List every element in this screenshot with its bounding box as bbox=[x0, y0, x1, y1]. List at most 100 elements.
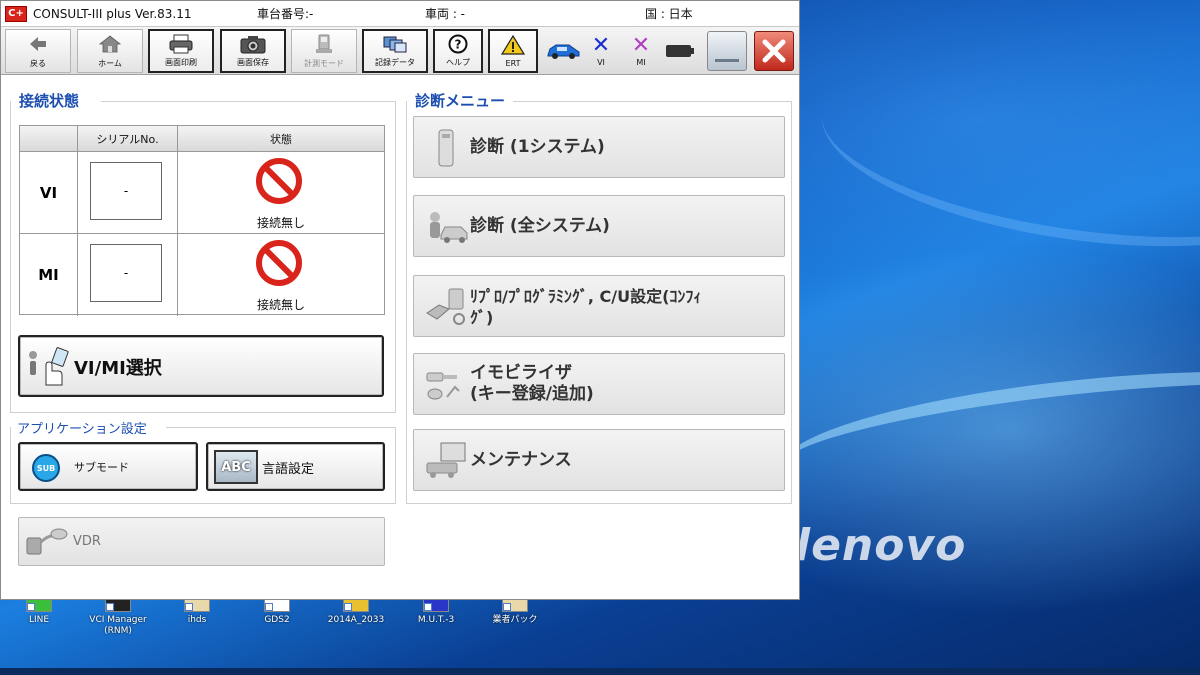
2014a-icon bbox=[343, 598, 369, 612]
country-field: 国 : 日本 bbox=[645, 7, 693, 21]
warning-triangle-icon bbox=[501, 31, 525, 59]
state-cell: 接続無し bbox=[178, 234, 384, 316]
desktop-icons: LINE VCI Manager (RNM) ihds GDS2 2014A_2… bbox=[0, 598, 560, 648]
vi-disconnected-x-icon: ✕ bbox=[591, 33, 611, 58]
desktop-icon-mut3[interactable]: M.U.T.-3 bbox=[401, 598, 471, 626]
connection-table: シリアルNo. 状態 VI - 接続無し MI - 接続無し bbox=[19, 125, 385, 316]
reprogramming-icon bbox=[422, 284, 470, 330]
consult-logo-icon: C+ bbox=[5, 5, 27, 22]
maintenance-button[interactable]: メンテナンス bbox=[413, 429, 785, 491]
measure-mode-button[interactable]: 計測モード bbox=[291, 29, 357, 73]
immobilizer-key-icon bbox=[422, 362, 470, 408]
wallpaper-swoosh bbox=[810, 24, 1200, 276]
menu-label: イモビライザ bbox=[470, 363, 572, 383]
recorded-data-button[interactable]: 記録データ bbox=[362, 29, 428, 73]
desktop-icon-gyosha-pack[interactable]: 業者パック bbox=[480, 598, 550, 626]
vdr-button[interactable]: VDR bbox=[18, 517, 385, 566]
language-setting-label: 言語設定 bbox=[262, 462, 315, 477]
desktop-icon-label: ihds bbox=[187, 615, 207, 625]
desktop-icon-label: VCI Manager (RNM) bbox=[89, 615, 147, 636]
header-blank bbox=[20, 126, 78, 152]
car-icon bbox=[547, 44, 580, 59]
ihds-icon bbox=[184, 598, 210, 612]
svg-text:?: ? bbox=[455, 38, 462, 52]
vi-status-indicator: ✕ VI bbox=[591, 33, 611, 68]
back-button[interactable]: 戻る bbox=[5, 29, 71, 73]
close-button[interactable] bbox=[754, 31, 794, 71]
ecu-module-icon bbox=[422, 125, 470, 171]
menu-label: ｸﾞ) bbox=[470, 308, 494, 327]
state-cell: 接続無し bbox=[178, 152, 384, 234]
toolbar: 戻る ホーム 画面印刷 画面保存 計測モード 記録データ ? ヘルプ ERT ✕… bbox=[1, 27, 799, 75]
menu-label: メンテナンス bbox=[470, 450, 572, 470]
sub-mode-label: サブモード bbox=[74, 461, 129, 474]
desktop-icon-line[interactable]: LINE bbox=[4, 598, 74, 626]
desktop-icon-2014a[interactable]: 2014A_2033 bbox=[321, 598, 391, 626]
gds2-icon bbox=[264, 598, 290, 612]
mi-status-indicator: ✕ MI bbox=[631, 33, 651, 68]
camera-icon bbox=[239, 31, 267, 57]
no-connection-icon bbox=[256, 240, 302, 286]
connection-table-header: シリアルNo. 状態 bbox=[20, 126, 384, 152]
taskbar bbox=[0, 668, 1200, 675]
mi-state-text: 接続無し bbox=[256, 298, 305, 312]
desktop-icon-label: M.U.T.-3 bbox=[417, 615, 455, 625]
vehicle-field: 車両 : - bbox=[425, 7, 466, 21]
desktop-icon-label: GDS2 bbox=[264, 615, 290, 625]
mi-serial-value: - bbox=[90, 244, 162, 302]
serial-cell: - bbox=[78, 234, 178, 316]
desktop-icon-label: 2014A_2033 bbox=[327, 615, 385, 625]
back-arrow-icon bbox=[28, 30, 48, 58]
desktop-icon-gds2[interactable]: GDS2 bbox=[242, 598, 312, 626]
vi-mi-select-button[interactable]: VI/MI選択 bbox=[18, 335, 384, 397]
help-button[interactable]: ? ヘルプ bbox=[433, 29, 483, 73]
menu-label: (キー登録/追加) bbox=[470, 384, 594, 404]
vi-serial-value: - bbox=[90, 162, 162, 220]
measure-tool-icon bbox=[313, 30, 335, 58]
consult-window: C+ CONSULT-III plus Ver.83.11 車台番号:- 車両 … bbox=[0, 0, 800, 600]
app-title: CONSULT-III plus Ver.83.11 bbox=[33, 6, 192, 21]
serial-cell: - bbox=[78, 152, 178, 234]
desktop-icon-label: LINE bbox=[28, 615, 50, 625]
home-button[interactable]: ホーム bbox=[77, 29, 143, 73]
reprogramming-config-button[interactable]: ﾘﾌﾟﾛ/ﾌﾟﾛｸﾞﾗﾐﾝｸﾞ, C/U設定(ｺﾝﾌｨ ｸﾞ) bbox=[413, 275, 785, 337]
desktop-icon-label: 業者パック bbox=[492, 615, 538, 625]
ert-button[interactable]: ERT bbox=[488, 29, 538, 73]
sub-mode-button[interactable]: SUB サブモード bbox=[18, 442, 198, 491]
header-serial: シリアルNo. bbox=[78, 126, 178, 152]
menu-label: ﾘﾌﾟﾛ/ﾌﾟﾛｸﾞﾗﾐﾝｸﾞ, C/U設定(ｺﾝﾌｨ bbox=[470, 287, 702, 306]
wallpaper-swoosh bbox=[775, 348, 1200, 522]
row-name-mi: MI bbox=[20, 234, 78, 316]
immobilizer-button[interactable]: イモビライザ (キー登録/追加) bbox=[413, 353, 785, 415]
home-icon bbox=[99, 30, 121, 58]
mechanic-car-icon bbox=[422, 204, 470, 250]
vci-manager-icon bbox=[105, 598, 131, 612]
sub-badge-icon: SUB bbox=[32, 454, 60, 482]
line-app-icon bbox=[26, 598, 52, 612]
language-setting-button[interactable]: ABC 言語設定 bbox=[206, 442, 385, 491]
battery-icon bbox=[666, 45, 694, 57]
diagnosis-single-system-button[interactable]: 診断 (1システム) bbox=[413, 116, 785, 178]
mi-disconnected-x-icon: ✕ bbox=[631, 33, 651, 58]
minimize-button[interactable] bbox=[707, 31, 747, 71]
abc-badge-icon: ABC bbox=[214, 450, 258, 484]
battery-indicator bbox=[663, 31, 697, 71]
chassis-number: 車台番号:- bbox=[257, 7, 314, 21]
mut3-icon bbox=[423, 598, 449, 612]
printer-icon bbox=[168, 31, 194, 57]
vi-mi-select-label: VI/MI選択 bbox=[74, 358, 162, 379]
recorded-data-icon bbox=[381, 31, 409, 57]
print-screen-button[interactable]: 画面印刷 bbox=[148, 29, 214, 73]
table-row: VI - 接続無し bbox=[20, 152, 384, 234]
diagnosis-all-systems-button[interactable]: 診断 (全システム) bbox=[413, 195, 785, 257]
row-name-vi: VI bbox=[20, 152, 78, 234]
menu-label: 診断 (1システム) bbox=[470, 137, 605, 157]
save-screen-button[interactable]: 画面保存 bbox=[220, 29, 286, 73]
vdr-label: VDR bbox=[73, 534, 101, 549]
desktop-icon-vci-manager[interactable]: VCI Manager (RNM) bbox=[83, 598, 153, 637]
desktop-icon-ihds[interactable]: ihds bbox=[162, 598, 232, 626]
hand-pointer-icon bbox=[29, 347, 69, 386]
no-connection-icon bbox=[256, 158, 302, 204]
gyosha-pack-icon bbox=[502, 598, 528, 612]
title-bar: C+ CONSULT-III plus Ver.83.11 車台番号:- 車両 … bbox=[1, 1, 799, 27]
